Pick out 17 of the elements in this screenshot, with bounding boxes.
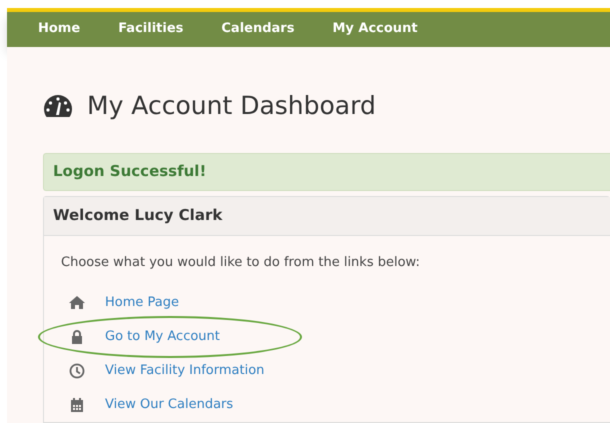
panel-title: Welcome Lucy Clark [53, 205, 222, 226]
lock-icon [69, 329, 85, 345]
nav-link[interactable]: Facilities [118, 19, 184, 39]
nav-link[interactable]: Calendars [221, 19, 294, 39]
clock-icon [69, 363, 85, 379]
dashboard-link[interactable]: Home Page [105, 293, 179, 313]
nav-link[interactable]: Home [38, 19, 80, 39]
dashboard-link[interactable]: Go to My Account [105, 327, 220, 347]
calendar-icon [69, 397, 85, 413]
dashboard-gauge-icon [43, 94, 73, 118]
dashboard-link[interactable]: View Facility Information [105, 361, 264, 381]
intro-text: Choose what you would like to do from the links below: [61, 254, 421, 272]
home-icon [69, 295, 85, 311]
success-alert: Logon Successful! [43, 152, 610, 190]
page-heading: My Account Dashboard [87, 90, 376, 122]
dashboard-link[interactable]: View Our Calendars [105, 395, 234, 415]
nav-link[interactable]: My Account [332, 19, 418, 39]
